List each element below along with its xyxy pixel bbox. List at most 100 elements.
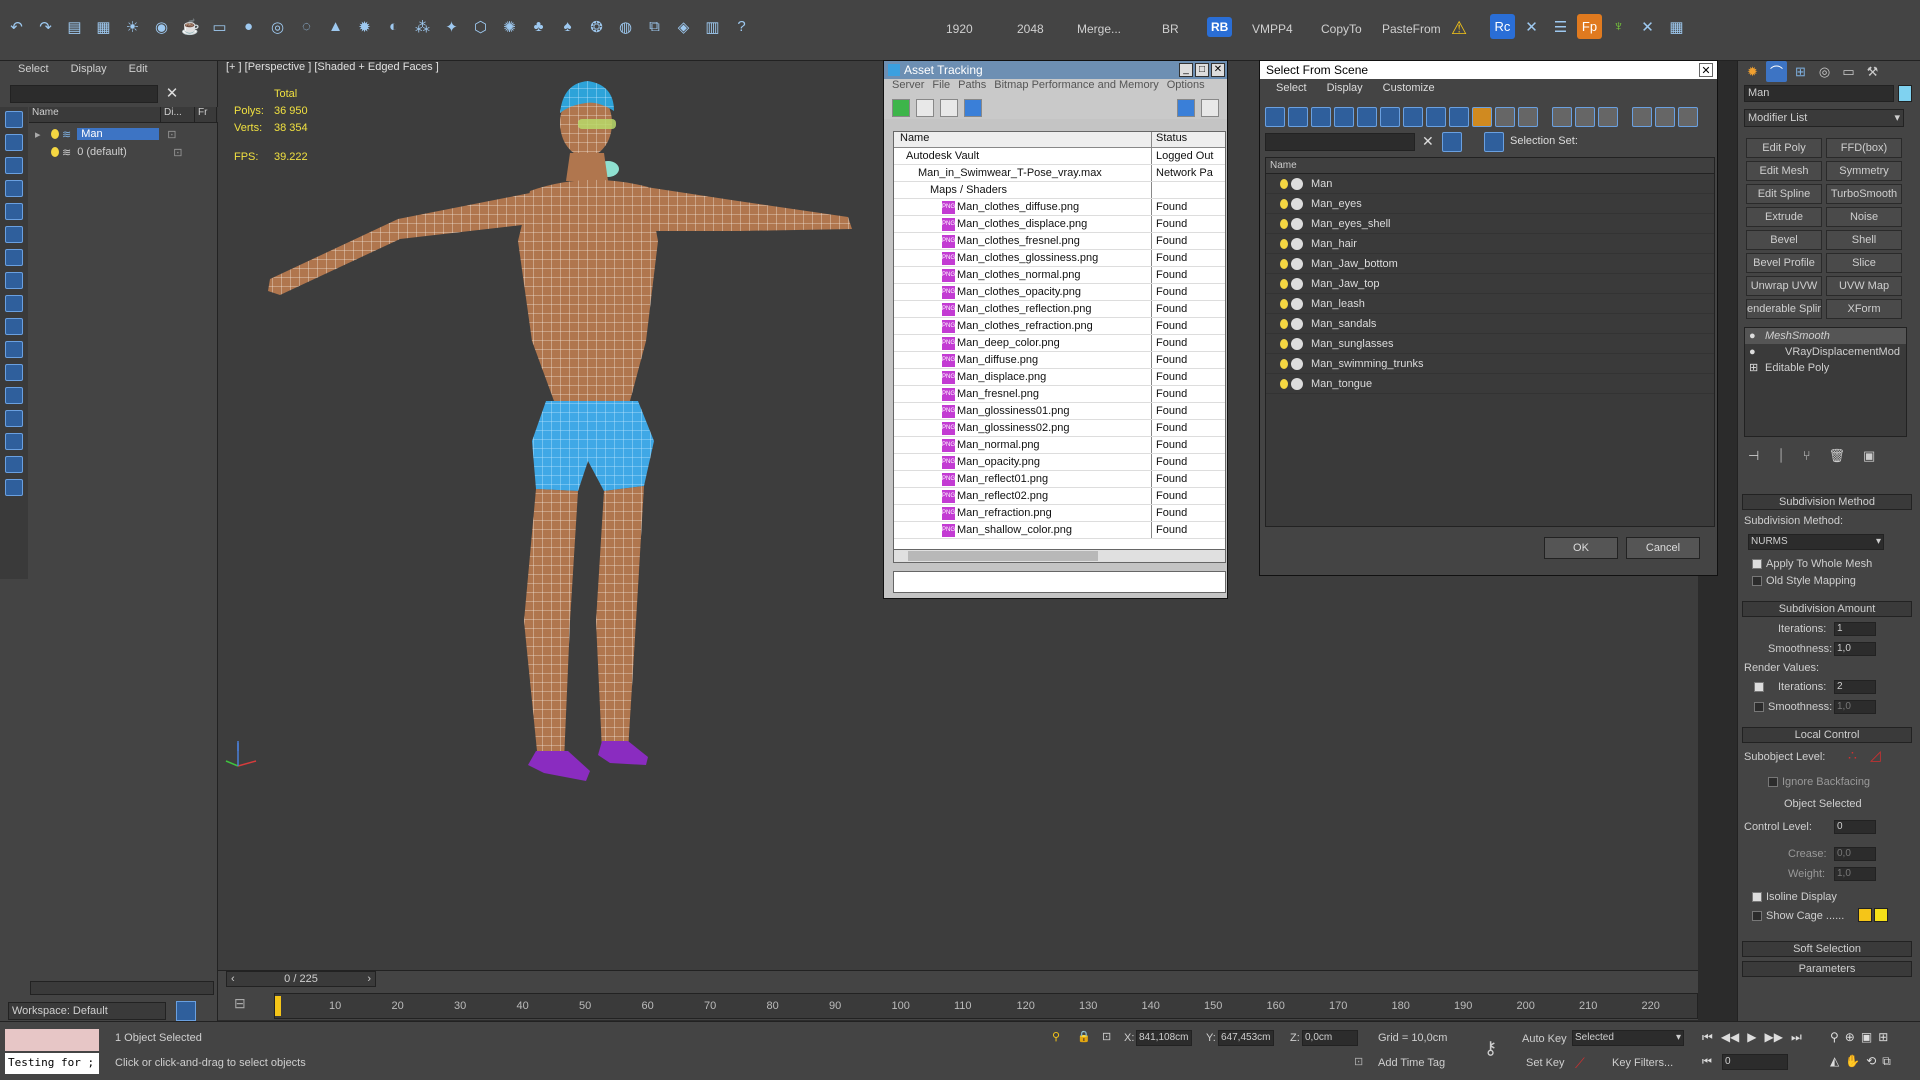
tools-icon[interactable]: ✕ [1519, 14, 1544, 39]
light-bulb-icon[interactable] [1280, 338, 1288, 349]
maxscript-listener-pink[interactable] [5, 1029, 99, 1051]
modifier-button[interactable]: Edit Spline [1746, 184, 1822, 204]
zoom-all-icon[interactable]: ⊕ [1845, 1030, 1855, 1044]
lock-icon[interactable]: 🔒 [1077, 1030, 1091, 1043]
thumbnail-view-icon[interactable] [940, 99, 958, 117]
toolbar-label-1920[interactable]: 1920 [946, 22, 973, 36]
scene-search-input[interactable] [10, 85, 158, 103]
light-bulb-icon[interactable] [1280, 298, 1288, 309]
asset-path-field[interactable] [893, 571, 1226, 593]
toolbar-label-2048[interactable]: 2048 [1017, 22, 1044, 36]
object-color-swatch[interactable] [1898, 85, 1912, 102]
clear-search-icon[interactable]: ✕ [164, 83, 180, 103]
workspace-dropdown[interactable]: Workspace: Default [8, 1002, 166, 1020]
filter-containers-icon[interactable] [5, 318, 23, 335]
add-time-tag[interactable]: Add Time Tag [1378, 1057, 1445, 1069]
filter-funnel-icon[interactable] [5, 456, 23, 473]
scene-object-row[interactable]: Man_sunglasses [1266, 334, 1714, 354]
freeze-icon[interactable]: ⊡ [173, 146, 182, 159]
filter-hidden-icon[interactable] [1518, 107, 1538, 127]
toolbar-br[interactable]: BR [1162, 22, 1179, 36]
asset-horizontal-scrollbar[interactable] [893, 549, 1226, 563]
maximize-icon[interactable]: □ [1195, 63, 1209, 77]
menu-display[interactable]: Display [1327, 79, 1363, 97]
asset-row[interactable]: PNG Man_clothes_fresnel.png Found [894, 233, 1225, 250]
modify-tab-icon[interactable]: ⌒ [1766, 61, 1787, 82]
asset-row[interactable]: PNG Man_diffuse.png Found [894, 352, 1225, 369]
filter-xrefs-icon[interactable] [5, 272, 23, 289]
fp-icon[interactable]: Fp [1577, 14, 1602, 39]
filter-hidden-icon[interactable] [5, 364, 23, 381]
select-search-input[interactable] [1265, 133, 1415, 151]
column-status[interactable]: Status [1152, 132, 1187, 147]
isoline-display-checkbox[interactable] [1752, 892, 1762, 902]
set-key-button[interactable]: Set Key [1526, 1057, 1565, 1069]
filter-invert-icon[interactable] [5, 433, 23, 450]
key-mode-icon[interactable]: ⏮ [1702, 1056, 1712, 1069]
light-bulb-icon[interactable] [1280, 318, 1288, 329]
filter-helpers-icon[interactable] [5, 203, 23, 220]
asset-row[interactable]: PNG Man_deep_color.png Found [894, 335, 1225, 352]
toolbar-vmpp4[interactable]: VMPP4 [1252, 22, 1293, 36]
apply-whole-mesh-checkbox[interactable] [1752, 559, 1762, 569]
list-view-icon[interactable] [916, 99, 934, 117]
collapse-icon[interactable] [1678, 107, 1698, 127]
show-end-result-icon[interactable]: ⏐ [1777, 448, 1784, 464]
proxy-icon[interactable]: ⬡ [468, 14, 493, 39]
scene-object-row[interactable]: Man_tongue [1266, 374, 1714, 394]
modifier-button[interactable]: Bevel Profile [1746, 253, 1822, 273]
toolbar-merge[interactable]: Merge... [1077, 22, 1121, 36]
render-frame-icon[interactable]: ▦ [91, 14, 116, 39]
asset-row[interactable]: PNG Man_shallow_color.png Found [894, 522, 1225, 539]
key-filters-button[interactable]: Key Filters... [1612, 1057, 1673, 1069]
display-tab-icon[interactable]: ▭ [1838, 61, 1859, 82]
close-icon[interactable]: ✕ [1699, 63, 1713, 77]
hierarchy-icon[interactable] [1655, 107, 1675, 127]
freeze-icon[interactable]: ⊡ [167, 128, 176, 141]
menu-options[interactable]: Options [1167, 79, 1205, 95]
time-tag-icon[interactable]: ⊡ [1354, 1055, 1363, 1068]
iterations-spinner[interactable]: 1 [1834, 622, 1876, 636]
asset-row[interactable]: Man_in_Swimwear_T-Pose_vray.max Network P… [894, 165, 1225, 182]
menu-customize[interactable]: Customize [1383, 79, 1435, 97]
bulb-icon[interactable]: ● [1749, 328, 1756, 344]
stack-item-vraydisplacement[interactable]: ● VRayDisplacementMod [1745, 344, 1906, 360]
filter-bones-icon[interactable] [5, 295, 23, 312]
z-coordinate-field[interactable]: 0,0cm [1302, 1030, 1358, 1046]
absolute-mode-icon[interactable]: ⊡ [1102, 1030, 1111, 1043]
light-bulb-icon[interactable] [1280, 238, 1288, 249]
modifier-button[interactable]: TurboSmooth [1826, 184, 1902, 204]
go-to-start-icon[interactable]: ⏮ [1702, 1030, 1713, 1045]
isolate-icon[interactable]: ⚲ [1052, 1030, 1060, 1043]
close-icon[interactable]: ✕ [1211, 63, 1225, 77]
explorer-horizontal-scrollbar[interactable] [30, 981, 214, 995]
scene-object-row[interactable]: Man_hair [1266, 234, 1714, 254]
stack-item-editable-poly[interactable]: ⊞ Editable Poly [1745, 360, 1906, 376]
menu-bitmap-performance[interactable]: Bitmap Performance and Memory [994, 79, 1158, 95]
modifier-button[interactable]: Bevel [1746, 230, 1822, 250]
scene-row-default[interactable]: ≋ 0 (default) ⊡ [29, 143, 218, 161]
filter-bones-icon[interactable] [1449, 107, 1469, 127]
vault-icon[interactable] [1201, 99, 1219, 117]
light-bulb-icon[interactable] [1280, 258, 1288, 269]
track-view-icon[interactable]: ⊟ [234, 995, 254, 1015]
expand-icon[interactable]: ⊞ [1749, 360, 1758, 376]
light-bulb-icon[interactable] [1280, 278, 1288, 289]
select-none-icon[interactable] [1575, 107, 1595, 127]
filter-shapes-icon[interactable] [5, 134, 23, 151]
modifier-button[interactable]: Unwrap UVW [1746, 276, 1822, 296]
field-of-view-icon[interactable]: ◭ [1830, 1054, 1839, 1069]
crease-spinner[interactable]: 0,0 [1834, 847, 1876, 861]
zoom-icon[interactable]: ⚲ [1830, 1030, 1839, 1044]
select-all-icon[interactable] [1552, 107, 1572, 127]
asset-row[interactable]: PNG Man_opacity.png Found [894, 454, 1225, 471]
scene-object-row[interactable]: Man_leash [1266, 294, 1714, 314]
sun-icon[interactable]: ✹ [352, 14, 377, 39]
scene-object-row[interactable]: Man_eyes [1266, 194, 1714, 214]
modifier-button[interactable]: Edit Poly [1746, 138, 1822, 158]
prev-frame-icon[interactable]: ‹ [231, 972, 235, 986]
filter-cameras-icon[interactable] [1334, 107, 1354, 127]
scene-object-row[interactable]: Man_swimming_trunks [1266, 354, 1714, 374]
cage-color-swatch-1[interactable] [1858, 908, 1872, 922]
pin-stack-icon[interactable]: ⊣ [1748, 448, 1759, 464]
